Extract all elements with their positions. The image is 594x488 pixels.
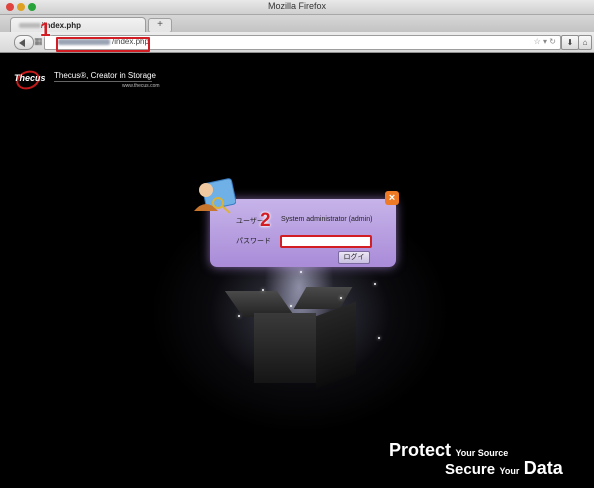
back-button[interactable] bbox=[14, 35, 34, 50]
download-icon: ⬇ bbox=[566, 38, 574, 47]
new-tab-button[interactable]: + bbox=[148, 18, 172, 33]
sparkle bbox=[378, 337, 380, 339]
tab-strip: /index.php + bbox=[0, 15, 594, 33]
title-bar: Mozilla Firefox bbox=[0, 0, 594, 15]
browser-tab[interactable]: /index.php bbox=[10, 17, 146, 33]
sparkle bbox=[262, 289, 264, 291]
sparkle bbox=[340, 297, 342, 299]
password-label: パスワード bbox=[236, 238, 271, 245]
back-arrow-icon bbox=[19, 39, 25, 47]
annotation-marker-1: 1 bbox=[40, 20, 51, 41]
box-side bbox=[316, 301, 356, 389]
home-icon: ⌂ bbox=[582, 38, 588, 47]
login-dialog: ユーザー System administrator (admin) パスワード … bbox=[210, 199, 396, 267]
thecus-logo[interactable]: Thecus Thecus®, Creator in Storage www.t… bbox=[12, 67, 182, 94]
url-actions: ☆ ▾ ↻ bbox=[534, 37, 556, 46]
window-title: Mozilla Firefox bbox=[267, 1, 326, 11]
gift-box-illustration bbox=[224, 217, 376, 397]
tab-redacted-text bbox=[19, 23, 41, 28]
password-field[interactable] bbox=[280, 235, 372, 248]
logo-wordmark: Thecus bbox=[14, 73, 46, 83]
download-button[interactable]: ⬇ bbox=[561, 35, 579, 50]
box-front bbox=[254, 313, 316, 383]
annotation-url-highlight bbox=[56, 37, 150, 52]
user-value[interactable]: System administrator (admin) bbox=[281, 216, 372, 223]
reload-icon[interactable]: ↻ bbox=[549, 37, 556, 46]
login-button[interactable]: ログイ bbox=[338, 251, 370, 264]
sparkle bbox=[300, 271, 302, 273]
user-key-icon bbox=[194, 178, 236, 214]
page-content: Thecus Thecus®, Creator in Storage www.t… bbox=[0, 53, 594, 488]
logo-url: www.thecus.com bbox=[122, 83, 160, 89]
annotation-marker-2: 2 bbox=[260, 210, 271, 231]
logo-divider bbox=[54, 81, 152, 82]
tagline-line-2: Secure Your Data bbox=[445, 458, 563, 478]
sparkle bbox=[290, 305, 292, 307]
sparkle bbox=[238, 315, 240, 317]
browser-window: Mozilla Firefox /index.php + ▦ /index.ph… bbox=[0, 0, 594, 488]
close-dialog-button[interactable]: × bbox=[385, 191, 399, 205]
dropdown-icon[interactable]: ▾ bbox=[543, 37, 547, 46]
home-button[interactable]: ⌂ bbox=[578, 35, 592, 50]
sparkle bbox=[374, 283, 376, 285]
bookmark-star-icon[interactable]: ☆ bbox=[534, 37, 541, 46]
logo-tagline: Thecus®, Creator in Storage bbox=[54, 71, 156, 80]
